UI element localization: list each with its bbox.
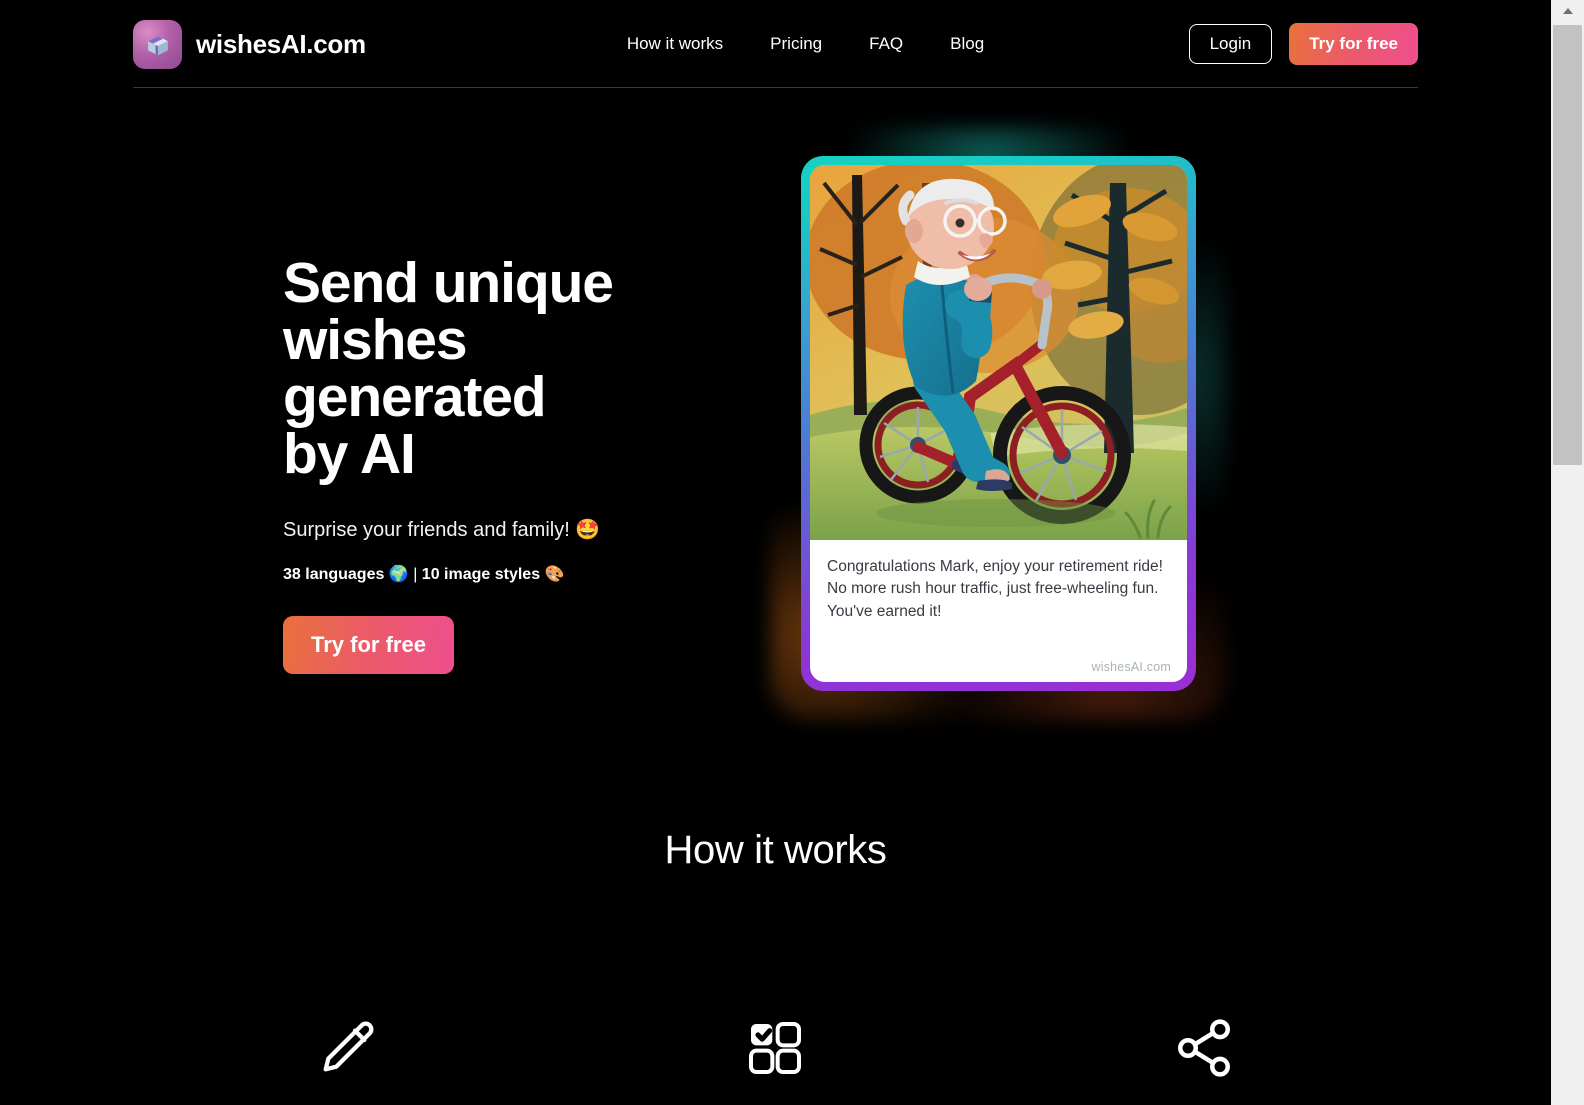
hero-meta-styles: 10 image styles 🎨 xyxy=(421,566,565,583)
page-viewport: wishesAI.com How it works Pricing FAQ Bl… xyxy=(0,0,1551,1105)
step-choose-style xyxy=(561,1016,989,1080)
login-button[interactable]: Login xyxy=(1188,24,1273,64)
step-write xyxy=(133,1016,561,1080)
greeting-card-body: Congratulations Mark, enjoy your retirem… xyxy=(810,540,1187,682)
step-share xyxy=(990,1016,1418,1080)
grid-check-icon xyxy=(743,1016,807,1080)
greeting-card-message: Congratulations Mark, enjoy your retirem… xyxy=(827,558,1163,620)
hero-title-line-3: by AI xyxy=(283,422,416,486)
nav-item-blog[interactable]: Blog xyxy=(950,34,984,54)
nav-item-pricing[interactable]: Pricing xyxy=(770,34,822,54)
share-icon xyxy=(1172,1016,1236,1080)
hero-cta-button[interactable]: Try for free xyxy=(283,616,454,674)
hero-title: Send unique wishes generated by AI xyxy=(283,255,723,483)
hero-title-line-1: Send unique xyxy=(283,251,614,315)
nav-item-how-it-works[interactable]: How it works xyxy=(627,34,723,54)
how-it-works-steps xyxy=(133,1016,1418,1080)
scrollbar-up-arrow-icon[interactable] xyxy=(1551,0,1584,22)
greeting-card[interactable]: Congratulations Mark, enjoy your retirem… xyxy=(801,156,1196,691)
header-cta-button[interactable]: Try for free xyxy=(1289,23,1418,65)
hero-subtitle: Surprise your friends and family! 🤩 xyxy=(283,519,601,541)
hero-meta-separator: | xyxy=(408,566,422,583)
scrollbar-thumb[interactable] xyxy=(1553,25,1582,465)
brand-logo[interactable]: wishesAI.com xyxy=(133,19,366,69)
hero-section: Send unique wishes generated by AI Surpr… xyxy=(283,255,723,674)
nav-item-faq[interactable]: FAQ xyxy=(869,34,903,54)
how-it-works-title: How it works xyxy=(664,828,887,872)
site-header: wishesAI.com How it works Pricing FAQ Bl… xyxy=(133,0,1418,88)
hero-meta-languages: 38 languages 🌍 xyxy=(283,566,409,583)
page-scrollbar[interactable] xyxy=(1551,0,1584,1105)
gift-box-icon xyxy=(133,19,182,69)
hero-title-line-2: wishes generated xyxy=(283,308,547,429)
greeting-card-artwork xyxy=(810,165,1187,540)
hero-meta: 38 languages 🌍 | 10 image styles 🎨 xyxy=(283,564,723,584)
brand-name: wishesAI.com xyxy=(196,28,366,59)
greeting-card-watermark: wishesAI.com xyxy=(1091,660,1171,674)
pencil-icon xyxy=(315,1016,379,1080)
main-nav: How it works Pricing FAQ Blog xyxy=(627,34,984,54)
header-actions: Login Try for free xyxy=(1188,23,1418,65)
greeting-card-inner: Congratulations Mark, enjoy your retirem… xyxy=(810,165,1187,682)
